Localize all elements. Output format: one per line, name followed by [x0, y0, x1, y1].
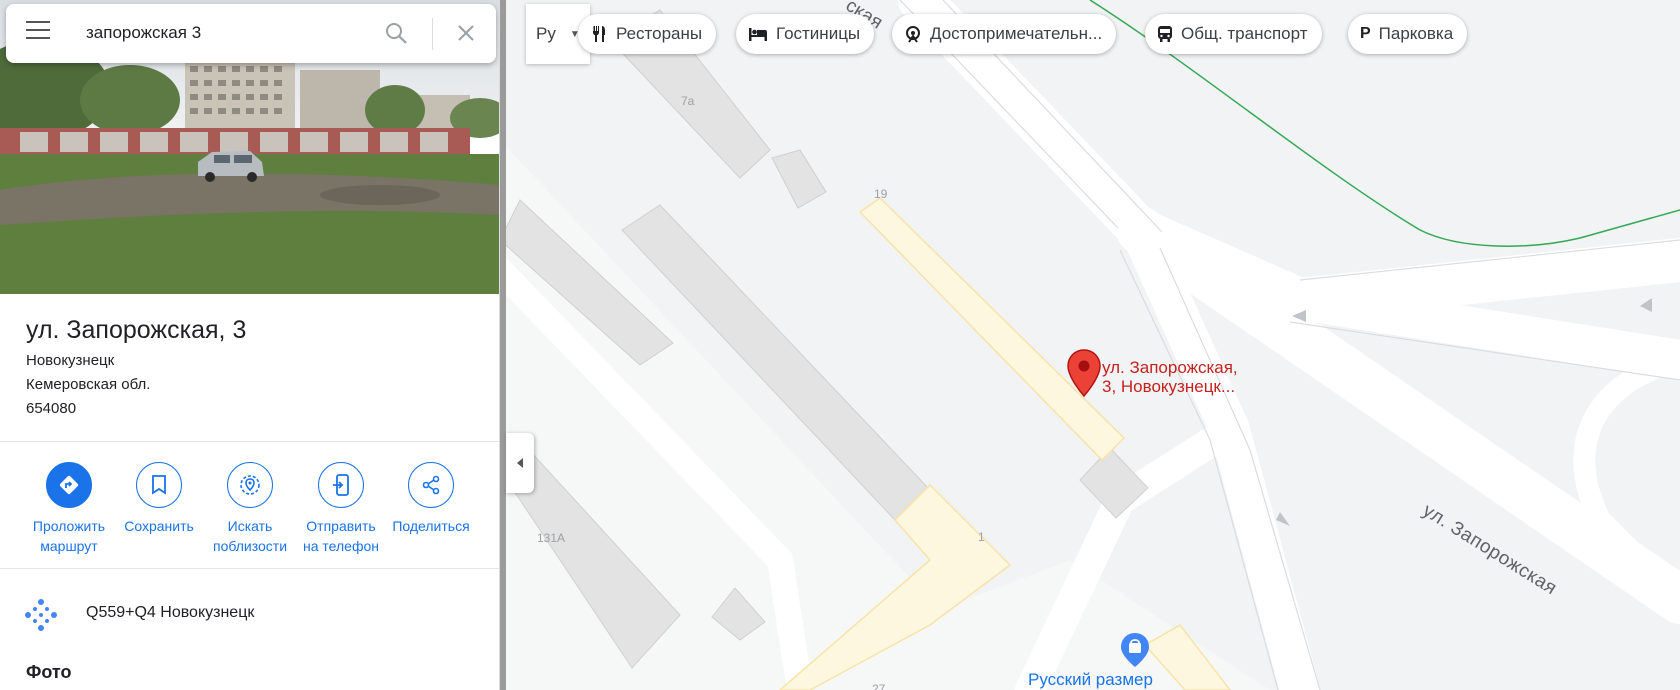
action-label: Проложить маршрут: [32, 518, 106, 554]
close-icon[interactable]: [454, 21, 482, 49]
search-box: [6, 4, 496, 63]
save-button[interactable]: Сохранить: [111, 462, 207, 536]
building-number: 7а: [681, 94, 695, 108]
divider: [0, 441, 499, 442]
chip-transit[interactable]: Общ. транспорт: [1145, 14, 1322, 54]
address-line: 654080: [26, 400, 77, 417]
chip-attractions[interactable]: Достопримечательн...: [892, 14, 1117, 54]
building-number: 19: [874, 187, 888, 201]
nearby-button[interactable]: Искать поблизости: [202, 462, 298, 556]
share-button[interactable]: Поделиться: [383, 462, 479, 536]
photos-heading: Фото: [26, 662, 72, 682]
marker-label-line: 3, Новокузнецк...: [1102, 377, 1236, 396]
building-number: 131А: [537, 531, 566, 545]
share-icon: [408, 462, 454, 508]
chip-label: Парковка: [1378, 24, 1454, 43]
divider: [0, 568, 499, 569]
address-line: Новокузнецк: [26, 352, 115, 369]
collapse-panel-button[interactable]: [506, 433, 534, 493]
nearby-icon: [227, 462, 273, 508]
action-label: Сохранить: [124, 518, 194, 534]
location-pin-icon[interactable]: [1067, 349, 1101, 398]
shopping-bag-icon[interactable]: [1120, 632, 1150, 668]
attractions-icon: [904, 25, 922, 43]
search-icon[interactable]: [384, 21, 412, 49]
search-input[interactable]: [86, 17, 356, 49]
building-number: 1: [978, 530, 985, 544]
map-language-label: Ру: [536, 24, 556, 43]
directions-button[interactable]: Проложить маршрут: [21, 462, 117, 556]
panel-separator: [500, 0, 506, 690]
poi-label[interactable]: Русский размер: [1028, 670, 1153, 690]
marker-label-line: ул. Запорожская,: [1102, 358, 1238, 377]
chip-label: Общ. транспорт: [1181, 24, 1308, 43]
chip-parking[interactable]: P Парковка: [1348, 14, 1468, 54]
search-divider: [432, 18, 433, 50]
chip-label: Рестораны: [616, 24, 703, 43]
chip-hotels[interactable]: Гостиницы: [736, 14, 875, 54]
chip-restaurants[interactable]: Рестораны: [578, 14, 717, 54]
restaurant-icon: [590, 25, 608, 43]
transit-icon: [1157, 25, 1173, 43]
plus-code[interactable]: Q559+Q4 Новокузнецк: [86, 604, 254, 622]
parking-icon: P: [1360, 25, 1371, 42]
hotel-icon: [748, 26, 768, 42]
place-title: ул. Запорожская, 3: [26, 316, 247, 344]
action-label: Искать поблизости: [212, 518, 288, 554]
building-number: 27: [872, 682, 886, 690]
chevron-left-icon: [517, 458, 523, 468]
send-to-phone-icon: [318, 462, 364, 508]
bookmark-icon: [136, 462, 182, 508]
maps-app: ская ул. Запорожская 7а 19 1 131А 27 ул.…: [0, 0, 1680, 690]
marker-label[interactable]: ул. Запорожская, 3, Новокузнецк...: [1102, 358, 1238, 396]
action-label: Отправить на телефон: [303, 518, 379, 554]
menu-icon[interactable]: [26, 21, 56, 47]
address-line: Кемеровская обл.: [26, 376, 151, 393]
place-panel: ул. Запорожская, 3 Новокузнецк Кемеровск…: [0, 0, 500, 690]
directions-icon: [46, 462, 92, 508]
send-to-phone-button[interactable]: Отправить на телефон: [293, 462, 389, 556]
chip-label: Достопримечательн...: [930, 24, 1103, 43]
chip-label: Гостиницы: [776, 24, 861, 43]
action-label: Поделиться: [392, 518, 470, 534]
plus-code-icon: [24, 598, 58, 632]
